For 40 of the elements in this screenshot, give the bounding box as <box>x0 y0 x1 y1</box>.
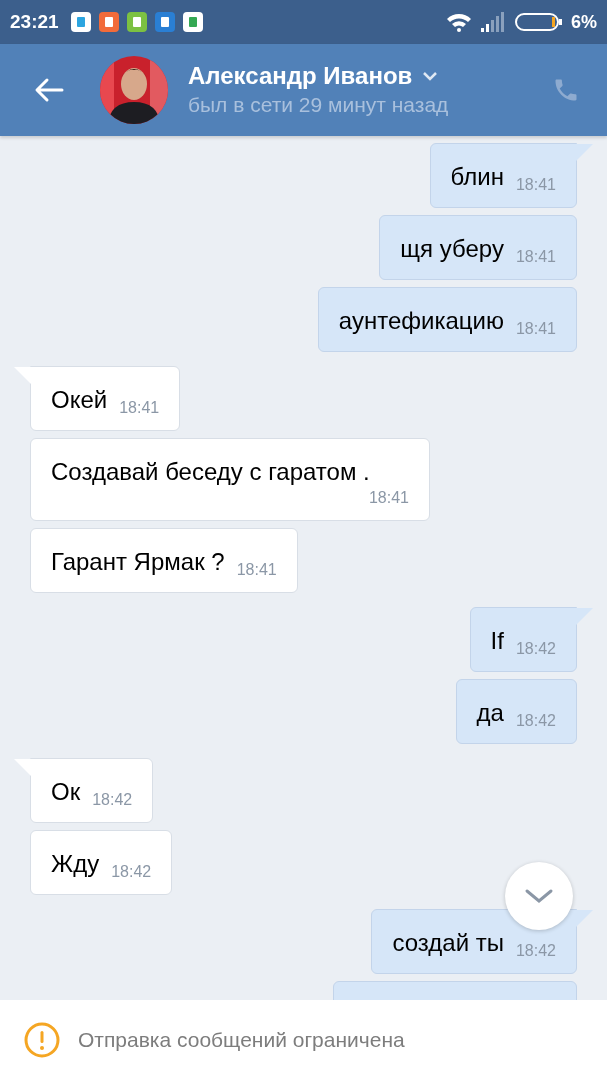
message-time: 18:41 <box>515 175 556 195</box>
app-notification-icon <box>182 12 203 32</box>
app-notification-icon <box>98 12 119 32</box>
battery-icon <box>515 12 563 32</box>
message-text: Окей <box>51 385 108 415</box>
message-time: 18:42 <box>515 941 556 961</box>
message-text: Жду <box>51 849 100 879</box>
message-time: 18:41 <box>368 488 409 508</box>
message-text: Гарант Ярмак ? <box>51 547 225 577</box>
message-time: 18:42 <box>92 790 133 810</box>
message-text: щя уберу <box>400 234 504 264</box>
message-time: 18:41 <box>515 247 556 267</box>
message-text: Создавай беседу с гаратом . <box>51 457 371 487</box>
message-time: 18:41 <box>515 319 556 339</box>
warning-icon <box>24 1022 60 1058</box>
message-time: 18:42 <box>111 862 152 882</box>
message-text: да <box>476 698 504 728</box>
message-text: аунтефикацию <box>338 306 504 336</box>
message-time: 18:41 <box>119 398 160 418</box>
chevron-down-icon <box>524 888 554 904</box>
app-notification-icon <box>70 12 91 32</box>
message-time: 18:41 <box>236 560 277 580</box>
scroll-down-button[interactable] <box>505 862 573 930</box>
message-text: блин <box>450 162 504 192</box>
contact-name[interactable]: Александр Иванов <box>188 61 413 91</box>
app-notification-icon <box>126 12 147 32</box>
chevron-down-icon[interactable] <box>422 71 439 81</box>
status-time: 23:21 <box>10 9 59 34</box>
message-text: If <box>490 626 504 656</box>
wifi-icon <box>445 12 473 32</box>
battery-percent: 6% <box>571 10 597 34</box>
app-notification-icon <box>154 12 175 32</box>
message-time: 18:42 <box>515 711 556 731</box>
message-text: создай ты <box>392 928 504 958</box>
last-seen-status: был в сети 29 минут назад <box>188 92 450 118</box>
message-text: Ок <box>51 777 81 807</box>
restriction-notice: Отправка сообщений ограничена <box>78 1027 405 1054</box>
message-time: 18:42 <box>515 639 556 659</box>
signal-icon <box>481 12 507 32</box>
back-arrow-icon <box>34 77 64 103</box>
